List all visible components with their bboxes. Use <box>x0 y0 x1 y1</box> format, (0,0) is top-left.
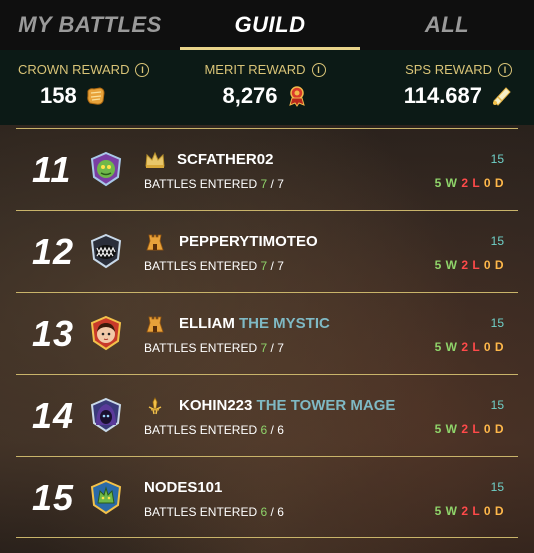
win-loss-draw: 5 W 2 L 0 D <box>434 504 504 518</box>
merit-reward: MERIT REWARD i 8,276 <box>183 50 348 125</box>
tab-all[interactable]: ALL <box>360 0 534 50</box>
win-loss-draw: 5 W 2 L 0 D <box>434 340 504 354</box>
sps-reward-label: SPS REWARD <box>405 62 493 77</box>
info-icon[interactable]: i <box>498 62 513 77</box>
sps-icon <box>493 87 511 106</box>
green-creature-avatar <box>90 151 122 187</box>
hooded-mage-avatar <box>90 397 122 433</box>
win-loss-draw: 5 W 2 L 0 D <box>434 258 504 272</box>
merit-reward-label: MERIT REWARD <box>204 62 306 77</box>
merit-reward-value: 8,276 <box>222 83 278 108</box>
leaderboard-list: 11 SCFATHER02 BATTLES ENTERED 7 / 7 15 5… <box>0 128 534 538</box>
crown-reward: CROWN REWARD i 158 <box>0 50 183 125</box>
tab-guild[interactable]: GUILD <box>180 0 360 50</box>
rank-number: 14 <box>32 395 75 436</box>
player-name[interactable]: ELLIAM THE MYSTIC <box>179 315 330 332</box>
crown-reward-label: CROWN REWARD <box>18 62 130 77</box>
list-item[interactable]: 11 SCFATHER02 BATTLES ENTERED 7 / 7 15 5… <box>16 128 518 210</box>
rank-number: 12 <box>32 231 75 272</box>
win-loss-draw: 5 W 2 L 0 D <box>434 422 504 436</box>
battles-entered: BATTLES ENTERED 6 / 6 <box>144 423 284 437</box>
battles-entered: BATTLES ENTERED 6 / 6 <box>144 505 284 519</box>
sps-reward: SPS REWARD i 114.687 <box>347 50 534 125</box>
crown-icon <box>145 151 165 168</box>
score: 15 <box>490 316 504 330</box>
sps-reward-value: 114.687 <box>403 83 483 108</box>
rank-number: 11 <box>32 149 72 190</box>
list-item[interactable]: 12 PEPPERYTIMOTEO BATTLES ENTERED 7 / 7 … <box>16 210 518 292</box>
score: 15 <box>490 152 504 166</box>
girl-avatar <box>90 315 122 351</box>
tower-icon <box>146 234 164 251</box>
list-item[interactable]: 14 KOHIN223 THE TOWER MAGE BATTLES ENTER… <box>16 374 518 456</box>
player-name[interactable]: PEPPERYTIMOTEO <box>179 233 318 250</box>
score: 15 <box>490 234 504 248</box>
dragon-avatar <box>90 479 122 515</box>
player-name[interactable]: KOHIN223 THE TOWER MAGE <box>179 397 395 414</box>
crown-token-icon <box>86 87 105 105</box>
rewards-bar: CROWN REWARD i 158 MERIT REWARD i 8,276 <box>0 50 534 125</box>
sword-icon <box>148 397 162 415</box>
tab-my-battles[interactable]: MY BATTLES <box>0 0 180 50</box>
rank-number: 13 <box>32 313 75 354</box>
merit-icon <box>288 86 305 107</box>
info-icon[interactable]: i <box>135 62 150 77</box>
battles-entered: BATTLES ENTERED 7 / 7 <box>144 341 284 355</box>
info-icon[interactable]: i <box>311 62 326 77</box>
battles-entered: BATTLES ENTERED 7 / 7 <box>144 177 284 191</box>
tower-icon <box>146 316 164 333</box>
monster-mouth-avatar <box>90 233 122 269</box>
player-name[interactable]: SCFATHER02 <box>177 151 273 168</box>
score: 15 <box>490 480 504 494</box>
tab-bar: MY BATTLES GUILD ALL <box>0 0 534 50</box>
win-loss-draw: 5 W 2 L 0 D <box>434 176 504 190</box>
list-item[interactable]: 13 ELLIAM THE MYSTIC BATTLES ENTERED 7 /… <box>16 292 518 374</box>
crown-reward-value: 158 <box>40 83 77 108</box>
player-name[interactable]: NODES101 <box>144 479 222 496</box>
list-item[interactable]: 15 NODES101 BATTLES ENTERED 6 / 6 15 5 W… <box>16 456 518 538</box>
rank-number: 15 <box>32 477 75 518</box>
score: 15 <box>490 398 504 412</box>
battles-entered: BATTLES ENTERED 7 / 7 <box>144 259 284 273</box>
guild-leaderboard: MY BATTLES GUILD ALL CROWN REWARD i 158 … <box>0 0 534 553</box>
